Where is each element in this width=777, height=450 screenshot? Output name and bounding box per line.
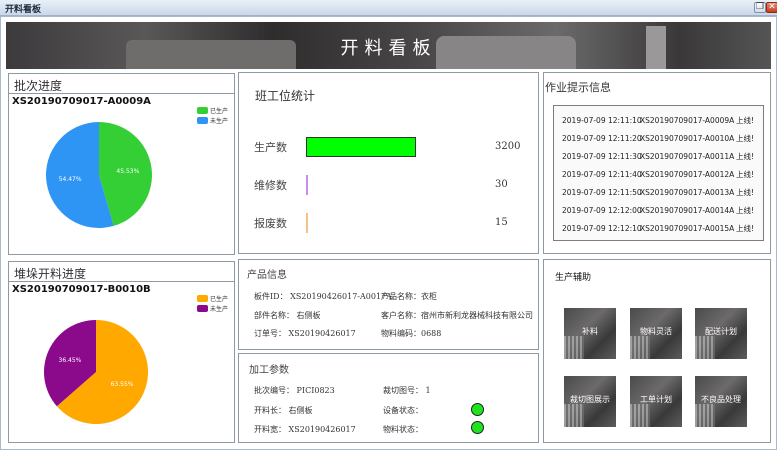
pie-slice-label: 36.45% [59, 357, 82, 364]
part-name-field: 部件名称： 右侧板 [254, 311, 321, 320]
stat-label-scrap: 报废数 [254, 217, 287, 230]
stat-bar-produced [306, 137, 416, 157]
material-code-field: 物料编码：0688 [381, 329, 442, 338]
log-row: 2019-07-09 12:12:10XS20190709017-A0015A 上… [562, 224, 755, 233]
log-row: 2019-07-09 12:12:00XS20190709017-A0014A 上… [562, 206, 755, 215]
cut-width-field: 开料宽： XS20190426017 [254, 425, 356, 434]
stack-pie-chart: 63.55% 36.45% [43, 320, 148, 424]
device-status-label: 设备状态： [383, 406, 423, 415]
pie-slice-label: 54.47% [59, 176, 82, 183]
production-assist-panel: 生产辅助 补料 物料灵活 配送计划 裁切图展示 工单计划 不良品处理 [543, 259, 771, 443]
process-params-title: 加工参数 [249, 365, 289, 376]
window-titlebar: 开料看板 ❐ ✕ [0, 0, 777, 16]
tile-defect-handling[interactable]: 不良品处理 [695, 376, 747, 427]
station-stats-panel: 班工位统计 生产数 3200 维修数 30 报废数 15 [238, 72, 539, 254]
log-row: 2019-07-09 12:11:10XS20190709017-A0009A 上… [562, 116, 755, 125]
stat-bar-repair [306, 175, 308, 195]
device-status-indicator [471, 403, 484, 416]
log-row: 2019-07-09 12:11:50XS20190709017-A0013A 上… [562, 188, 755, 197]
tile-cut-diagram[interactable]: 裁切图展示 [564, 376, 616, 427]
tile-work-order-plan[interactable]: 工单计划 [630, 376, 682, 427]
tile-delivery-plan[interactable]: 配送计划 [695, 308, 747, 359]
tile-refill[interactable]: 补料 [564, 308, 616, 359]
banner: 开料看板 [6, 22, 771, 69]
production-assist-title: 生产辅助 [555, 273, 592, 283]
material-status-label: 物料状态： [383, 425, 423, 434]
notice-log[interactable]: 2019-07-09 12:11:10XS20190709017-A0009A 上… [553, 105, 764, 241]
part-id-field: 板件ID： XS20190426017-A0017A [254, 292, 392, 301]
station-stats-title: 班工位统计 [255, 89, 316, 103]
log-row: 2019-07-09 12:11:30XS20190709017-A0011A 上… [562, 152, 755, 161]
stat-value-repair: 30 [495, 179, 508, 190]
batch-progress-panel: 批次进度 XS20190709017-A0009A 已生产 未生产 45.53%… [8, 73, 235, 255]
pie-slice-label: 45.53% [116, 168, 139, 175]
log-row: 2019-07-09 12:11:40XS20190709017-A0012A 上… [562, 170, 755, 179]
product-name-field: 产品名称：衣柜 [381, 292, 437, 301]
stat-value-produced: 3200 [495, 141, 521, 152]
tile-material-flex[interactable]: 物料灵活 [630, 308, 682, 359]
stat-value-scrap: 15 [495, 217, 508, 228]
cut-diagram-field: 裁切图号： 1 [383, 386, 431, 395]
process-params-panel: 加工参数 批次编号： PICI0823 裁切图号： 1 开料长： 右侧板 设备状… [238, 353, 539, 443]
product-info-panel: 产品信息 板件ID： XS20190426017-A0017A 产品名称：衣柜 … [238, 259, 539, 350]
log-row: 2019-07-09 12:11:20XS20190709017-A0010A 上… [562, 134, 755, 143]
pie-slice-label: 63.55% [111, 381, 134, 388]
stat-label-produced: 生产数 [254, 141, 287, 154]
notice-title: 作业提示信息 [545, 81, 611, 94]
close-button[interactable]: ✕ [766, 2, 777, 13]
stack-pie-slices: 63.55% 36.45% [43, 320, 148, 424]
material-status-indicator [471, 421, 484, 434]
restore-button[interactable]: ❐ [754, 2, 766, 13]
window-title: 开料看板 [5, 5, 42, 15]
banner-title: 开料看板 [340, 38, 437, 59]
restore-icon: ❐ [755, 2, 765, 12]
stat-label-repair: 维修数 [254, 179, 287, 192]
batch-pie-slices: 45.53% 54.47% [46, 122, 152, 228]
stat-bar-scrap [306, 213, 308, 233]
close-icon: ✕ [768, 2, 776, 12]
batch-number-field: 批次编号： PICI0823 [254, 386, 335, 395]
customer-field: 客户名称：宿州市新利龙器械科技有限公司 [381, 311, 533, 320]
cut-length-field: 开料长： 右侧板 [254, 406, 313, 415]
stack-progress-panel: 堆垛开料进度 XS20190709017-B0010B 已生产 未生产 63.5… [8, 261, 235, 443]
product-info-title: 产品信息 [247, 270, 287, 281]
order-field: 订单号： XS20190426017 [254, 329, 356, 338]
notice-panel: 作业提示信息 2019-07-09 12:11:10XS20190709017-… [543, 72, 771, 254]
batch-pie-chart: 45.53% 54.47% [46, 122, 152, 228]
